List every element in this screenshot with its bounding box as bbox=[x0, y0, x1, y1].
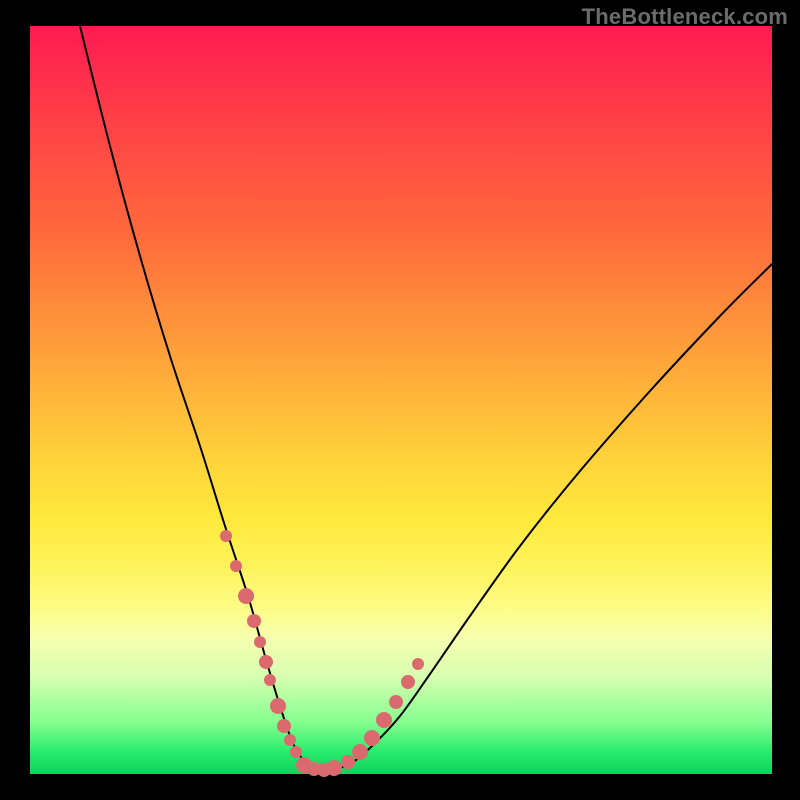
highlight-dot bbox=[364, 730, 380, 746]
highlight-dot bbox=[412, 658, 424, 670]
chart-frame: TheBottleneck.com bbox=[0, 0, 800, 800]
highlight-dot bbox=[352, 744, 368, 760]
bottleneck-curve bbox=[80, 26, 772, 771]
highlight-dot bbox=[389, 695, 403, 709]
highlight-dots-group bbox=[220, 530, 424, 777]
highlight-dot bbox=[401, 675, 415, 689]
highlight-dot bbox=[220, 530, 232, 542]
highlight-dot bbox=[259, 655, 273, 669]
highlight-dot bbox=[230, 560, 242, 572]
highlight-dot bbox=[270, 698, 286, 714]
highlight-dot bbox=[284, 734, 296, 746]
highlight-dot bbox=[277, 719, 291, 733]
highlight-dot bbox=[290, 746, 302, 758]
highlight-dot bbox=[247, 614, 261, 628]
highlight-dot bbox=[376, 712, 392, 728]
highlight-dot bbox=[326, 760, 342, 776]
watermark-label: TheBottleneck.com bbox=[582, 4, 788, 30]
highlight-dot bbox=[254, 636, 266, 648]
highlight-dot bbox=[264, 674, 276, 686]
plot-area bbox=[30, 26, 772, 774]
highlight-dot bbox=[341, 755, 355, 769]
curve-svg bbox=[30, 26, 772, 774]
highlight-dot bbox=[238, 588, 254, 604]
